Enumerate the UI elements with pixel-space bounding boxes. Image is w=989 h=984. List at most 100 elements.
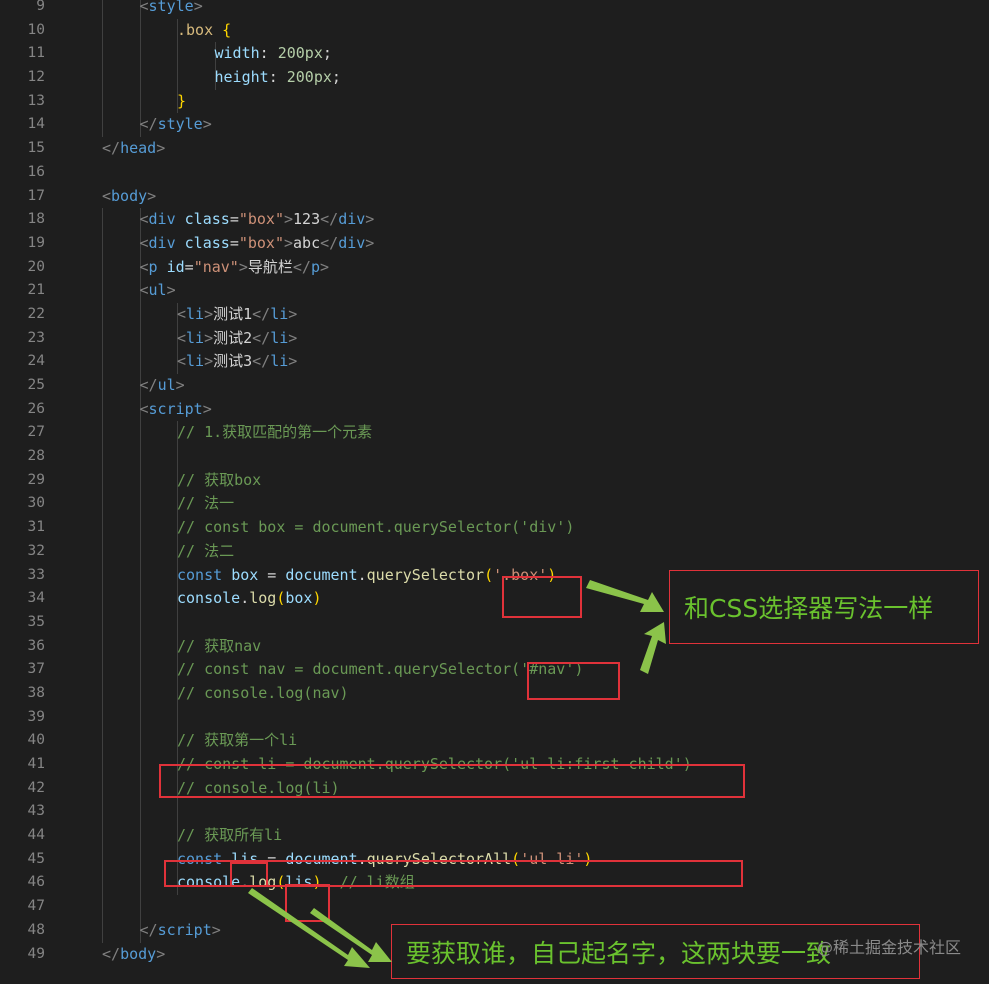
code-text[interactable]: // 法一 [177,492,234,516]
code-text[interactable]: <p id="nav">导航栏</p> [140,256,330,280]
code-line[interactable]: 47 [0,895,989,919]
code-line[interactable]: 25 </ul> [0,374,989,398]
code-token: id [166,257,185,276]
code-editor[interactable]: 9 <style> 10 .box {11 width: 200px; 12 height:… [0,0,989,966]
code-text[interactable]: height: 200px; [215,66,341,90]
code-line[interactable]: 11 width: 200px; [0,42,989,67]
indent-guide [139,776,141,801]
code-line[interactable]: 12 height: 200px; [0,66,989,90]
indent-guide [102,326,103,351]
code-text[interactable]: // const box = document.querySelector('d… [177,516,574,540]
code-text[interactable]: // const nav = document.querySelector('#… [177,658,583,682]
code-line[interactable]: 38 // console.log(nav) [0,681,989,706]
code-text[interactable]: <style> [140,0,203,19]
code-line[interactable]: 21 <ul> [0,279,989,303]
indent-guide [102,610,103,635]
code-token: class [184,210,230,229]
code-line[interactable]: 14 </style> [0,113,989,138]
code-line[interactable]: 15 </head> [0,137,989,161]
code-line[interactable]: 19 <div class="box">abc</div> [0,231,989,256]
code-line[interactable]: 13} [0,89,989,114]
code-line[interactable]: 22 <li>测试1</li> [0,302,989,327]
code-line[interactable]: 39 [0,705,989,730]
indent-guide [102,113,103,138]
indent-guide [139,516,141,540]
code-text[interactable]: <div class="box">abc</div> [140,232,375,256]
code-line[interactable]: 20 <p id="nav">导航栏</p> [0,255,989,280]
code-line[interactable]: 37 // const nav = document.querySelector(… [0,658,989,682]
code-line[interactable]: 26 <script> [0,397,989,422]
code-text[interactable]: </script> [140,919,221,943]
code-line[interactable]: 9 <style> [0,0,989,19]
code-line[interactable]: 27 // 1.获取匹配的第一个元素 [0,421,989,446]
line-number: 43 [27,803,45,820]
code-text[interactable]: .box { [177,19,231,43]
code-text[interactable]: // 法二 [177,540,234,564]
code-text[interactable]: <div class="box">123</div> [140,208,375,232]
code-line[interactable]: 10 .box { [0,18,989,43]
code-line[interactable]: 32 // 法二 [0,539,989,564]
code-token: > [204,328,214,347]
code-line[interactable]: 24 <li>测试3</li> [0,350,989,374]
code-line[interactable]: 17 <body> [0,185,989,209]
code-line[interactable]: 43 [0,800,989,825]
code-line[interactable]: 40 // 获取第一个li [0,729,989,753]
code-text[interactable]: <script> [140,398,212,422]
line-number: 32 [27,542,45,559]
code-token: li [270,304,289,323]
indent-guide [102,445,103,469]
code-line[interactable]: 31 // const box = document.querySelector(… [0,516,989,540]
code-text[interactable]: </style> [140,113,212,137]
code-line[interactable]: 28 [0,445,989,469]
code-text[interactable]: </head> [102,137,165,161]
code-text[interactable]: // 获取nav [177,635,261,659]
code-line[interactable]: 44 // 获取所有li [0,824,989,848]
code-text[interactable]: console.log(box) [177,587,322,611]
code-line[interactable]: 16 [0,161,989,185]
indent-guide [102,776,103,801]
indent-guide [139,895,141,919]
code-text[interactable]: // 获取第一个li [177,729,297,753]
code-token: > [156,139,166,158]
line-number: 26 [27,400,45,417]
code-text[interactable]: <li>测试3</li> [177,350,297,374]
indent-guide [139,66,141,90]
code-token: </ [292,257,311,276]
indent-guide [102,18,103,43]
code-token: // 获取box [177,470,262,489]
watermark: @稀土掘金技术社区 [816,938,961,957]
code-text[interactable]: <ul> [140,279,176,303]
code-token: > [156,944,166,963]
code-text[interactable]: <body> [102,185,156,209]
indent-guide [102,634,103,659]
code-line[interactable]: 30 // 法一 [0,492,989,517]
code-text[interactable]: // console.log(nav) [177,682,349,706]
code-token: ul [148,281,167,300]
code-text[interactable]: width: 200px; [215,42,332,66]
indent-guide [139,658,141,682]
code-token: log [249,589,277,608]
indent-guide [102,421,103,446]
line-number: 40 [27,732,45,749]
code-token: ul [157,376,176,394]
code-text[interactable]: <li>测试2</li> [177,327,297,351]
code-text[interactable]: </ul> [140,374,185,398]
indent-guide [139,42,141,67]
code-line[interactable]: 18 <div class="box">123</div> [0,208,989,232]
code-text[interactable]: const box = document.querySelector('.box… [177,564,556,588]
code-line[interactable]: 29 // 获取box [0,468,989,493]
line-number: 17 [27,187,45,204]
code-token: div [148,210,176,229]
code-text[interactable]: // 获取box [177,469,261,493]
code-text[interactable]: <li>测试1</li> [177,303,297,327]
code-line[interactable]: 23 <li>测试2</li> [0,326,989,351]
indent-guide [102,231,103,256]
line-number: 46 [27,874,45,891]
line-number: 35 [27,613,45,630]
code-token: box [231,565,259,584]
code-text[interactable]: // 1.获取匹配的第一个元素 [177,421,372,445]
code-text[interactable]: // 获取所有li [177,824,282,848]
code-text[interactable]: </body> [102,943,165,967]
code-text[interactable]: } [177,90,186,114]
